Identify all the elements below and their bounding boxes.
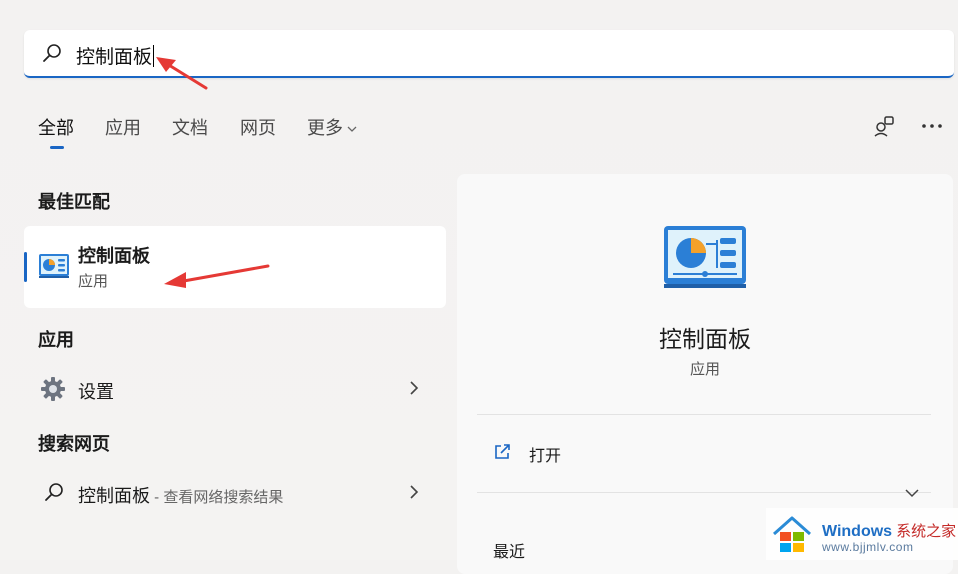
watermark-brand: Windows [822, 523, 893, 540]
detail-subtitle: 应用 [689, 361, 720, 378]
selection-indicator [24, 252, 27, 282]
watermark-url: www.bjjmlv.com [822, 540, 914, 554]
recent-heading: 最近 [493, 544, 526, 561]
watermark-title: Windows 系统之家 [822, 520, 956, 541]
tab-documents[interactable]: 文档 [172, 114, 208, 140]
control-panel-icon [39, 254, 69, 278]
search-query[interactable]: 控制面板 [76, 42, 155, 69]
best-match-heading: 最佳匹配 [38, 192, 110, 212]
apps-heading: 应用 [38, 330, 74, 350]
gear-icon [41, 377, 65, 401]
web-search-heading: 搜索网页 [38, 434, 110, 454]
switch-account-icon[interactable] [872, 114, 896, 138]
tab-more[interactable]: 更多 [307, 114, 358, 140]
search-icon [45, 483, 63, 501]
detail-title: 控制面板 [659, 326, 751, 352]
open-label: 打开 [529, 448, 562, 465]
chevron-down-icon [347, 126, 357, 132]
tab-all[interactable]: 全部 [38, 114, 74, 140]
more-options-icon[interactable] [920, 114, 944, 138]
web-result-query: 控制面板 [78, 486, 150, 506]
chevron-right-icon[interactable] [408, 380, 420, 396]
divider [477, 414, 931, 415]
web-result-text: 控制面板 - 查看网络搜索结果 [78, 482, 283, 508]
chevron-down-icon[interactable] [905, 488, 919, 498]
open-external-icon [495, 444, 510, 459]
annotation-arrow [156, 57, 208, 90]
divider [477, 492, 931, 493]
web-result-control-panel[interactable]: 控制面板 - 查看网络搜索结果 [24, 472, 446, 512]
chevron-right-icon[interactable] [408, 484, 420, 500]
watermark: Windows 系统之家 www.bjjmlv.com [766, 508, 958, 560]
web-result-hint: - 查看网络搜索结果 [150, 489, 284, 506]
control-panel-icon [664, 226, 746, 288]
active-tab-indicator [50, 146, 64, 149]
tab-apps[interactable]: 应用 [105, 114, 141, 140]
best-match-title: 控制面板 [78, 246, 150, 266]
app-result-settings[interactable]: 设置 [24, 368, 446, 408]
settings-label: 设置 [78, 382, 114, 402]
tab-more-label: 更多 [307, 118, 343, 138]
best-match-subtitle: 应用 [78, 273, 109, 290]
search-icon [43, 44, 61, 62]
annotation-arrow [164, 264, 270, 288]
tab-web[interactable]: 网页 [240, 114, 276, 140]
watermark-cn: 系统之家 [896, 523, 957, 540]
watermark-logo-icon [773, 516, 811, 552]
